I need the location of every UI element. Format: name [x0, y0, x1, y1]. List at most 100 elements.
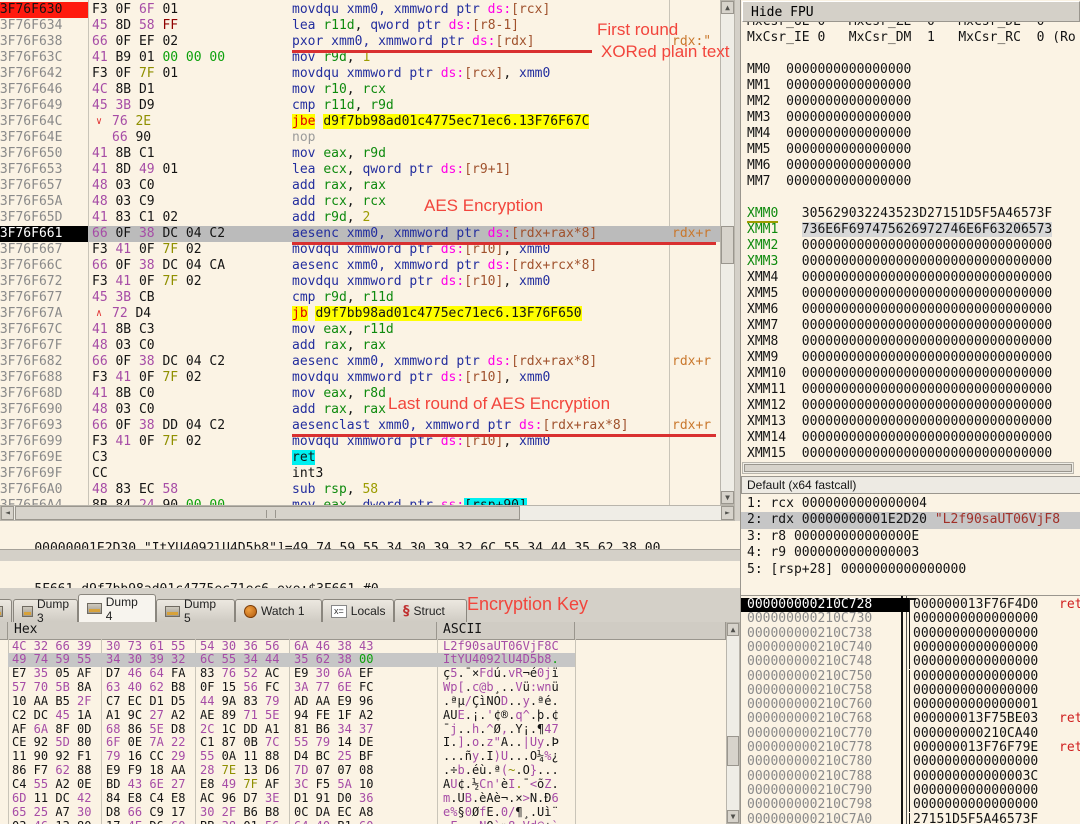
address-cell[interactable]: 13F76F638: [0, 34, 88, 50]
xmm-register-row[interactable]: XMM9 00000000000000000000000000000000: [747, 350, 1052, 366]
address-cell[interactable]: 13F76F67C: [0, 322, 88, 338]
address-cell[interactable]: 13F76F65D: [0, 210, 88, 226]
disasm-row[interactable]: 13F76F67C41 8B C3mov eax, r11d: [0, 322, 720, 338]
disasm-row[interactable]: 13F76F69EC3ret: [0, 450, 720, 466]
disasm-row[interactable]: 13F76F6A048 83 EC 58sub rsp, 58: [0, 482, 720, 498]
hide-fpu-button[interactable]: Hide FPU: [742, 1, 1080, 22]
dump-row[interactable]: C4 55 A2 0EBD 43 6E 27E8 49 7F AF3C F5 5…: [0, 778, 726, 792]
stack-row[interactable]: 000000000210C7900000000000000000: [741, 784, 1080, 798]
calling-convention-select[interactable]: Default (x64 fastcall): [741, 476, 1080, 494]
disasm-row[interactable]: 13F76F6A48B 84 24 90 00 00mov eax, dword…: [0, 498, 720, 505]
disasm-row[interactable]: 13F76F672F3 41 0F 7F 02movdqu xmmword pt…: [0, 274, 720, 290]
disasm-row[interactable]: 13F76F630F3 0F 6F 01movdqu xmm0, xmmword…: [0, 2, 720, 18]
xmm-register-row[interactable]: XMM11 00000000000000000000000000000000: [747, 382, 1052, 398]
callconv-arg-row[interactable]: 3: r8 000000000000000E: [741, 529, 1080, 545]
address-cell[interactable]: 13F76F690: [0, 402, 88, 418]
xmm-register-row[interactable]: XMM7 00000000000000000000000000000000: [747, 318, 1052, 334]
stack-row[interactable]: 000000000210C7980000000000000000: [741, 798, 1080, 812]
disasm-row[interactable]: 13F76F67745 3B CBcmp r9d, r11d: [0, 290, 720, 306]
dump-row[interactable]: CE 92 5D 806F 0E 7A 22C1 87 0B 7C55 79 1…: [0, 736, 726, 750]
dump-row[interactable]: 49 74 59 5534 30 39 326C 55 34 4435 62 3…: [0, 653, 726, 667]
mm-register-row[interactable]: MM6 0000000000000000: [747, 158, 911, 174]
stack-row[interactable]: 000000000210C7600000000000000001: [741, 698, 1080, 712]
stack-row[interactable]: 000000000210C7380000000000000000: [741, 627, 1080, 641]
address-cell[interactable]: 13F76F667: [0, 242, 88, 258]
address-cell[interactable]: 13F76F69E: [0, 450, 88, 466]
tab-dump-5[interactable]: Dump 5: [156, 599, 235, 622]
address-cell[interactable]: 13F76F66C: [0, 258, 88, 274]
disasm-vertical-scrollbar[interactable]: ▲ ▼: [720, 0, 735, 505]
address-cell[interactable]: 13F76F642: [0, 66, 88, 82]
dump-row[interactable]: 03 46 13 8017 4E D6 60BB 38 01 5664 40 B…: [0, 820, 726, 824]
address-cell[interactable]: 13F76F646: [0, 82, 88, 98]
stack-row[interactable]: 000000000210C7400000000000000000: [741, 641, 1080, 655]
disasm-row[interactable]: 13F76F66166 0F 38 DC 04 C2aesenc xmm0, x…: [0, 226, 720, 242]
address-cell[interactable]: 13F76F653: [0, 162, 88, 178]
xmm-register-row[interactable]: XMM10 00000000000000000000000000000000: [747, 366, 1052, 382]
scroll-down-icon[interactable]: ▼: [727, 810, 739, 823]
stack-row[interactable]: 000000000210C7480000000000000000: [741, 655, 1080, 669]
address-cell[interactable]: 13F76F64E: [0, 130, 88, 146]
address-cell[interactable]: 13F76F661: [0, 226, 88, 242]
disasm-row[interactable]: 13F76F66C66 0F 38 DC 04 CAaesenc xmm0, x…: [0, 258, 720, 274]
disasm-row[interactable]: 13F76F688F3 41 0F 7F 02movdqu xmmword pt…: [0, 370, 720, 386]
dump-row[interactable]: 4C 32 66 3930 73 61 5554 30 36 566A 46 3…: [0, 640, 726, 654]
tab-dump-4[interactable]: Dump 4: [78, 594, 156, 622]
disasm-row[interactable]: 13F76F68D41 8B C0mov eax, r8d: [0, 386, 720, 402]
registers-horizontal-scrollbar[interactable]: [742, 462, 1074, 474]
callconv-arg-row[interactable]: 4: r9 0000000000000003: [741, 545, 1080, 561]
xmm-register-row[interactable]: XMM14 00000000000000000000000000000000: [747, 430, 1052, 446]
stack-row[interactable]: 000000000210C728000000013F76F4D0ret: [741, 598, 1080, 612]
scroll-up-icon[interactable]: ▲: [721, 1, 734, 14]
address-cell[interactable]: 13F76F693: [0, 418, 88, 434]
mm-register-row[interactable]: MM5 0000000000000000: [747, 142, 911, 158]
callconv-arg-row[interactable]: 1: rcx 0000000000000004: [741, 496, 1080, 512]
tab-dump-3[interactable]: Dump 3: [13, 599, 78, 622]
mm-register-row[interactable]: MM4 0000000000000000: [747, 126, 911, 142]
xmm-register-row[interactable]: XMM15 00000000000000000000000000000000: [747, 446, 1052, 462]
disasm-row[interactable]: 13F76F68266 0F 38 DC 04 C2aesenc xmm0, x…: [0, 354, 720, 370]
disasm-row[interactable]: 13F76F67F48 03 C0add rax, rax: [0, 338, 720, 354]
scroll-thumb[interactable]: [744, 464, 1072, 472]
xmm-register-row[interactable]: XMM5 00000000000000000000000000000000: [747, 286, 1052, 302]
address-cell[interactable]: 13F76F69F: [0, 466, 88, 482]
address-cell[interactable]: 13F76F65A: [0, 194, 88, 210]
disasm-row[interactable]: 13F76F65D41 83 C1 02add r9d, 2: [0, 210, 720, 226]
xmm-register-row[interactable]: XMM12 00000000000000000000000000000000: [747, 398, 1052, 414]
stack-row[interactable]: 000000000210C788000000000000003C: [741, 770, 1080, 784]
dump-row[interactable]: C2 DC 45 1AA1 9C 27 A2AE 89 71 5E94 FE 1…: [0, 709, 726, 723]
disasm-row[interactable]: 13F76F69048 03 C0add rax, rax: [0, 402, 720, 418]
dump-row[interactable]: 86 F7 62 88E9 F9 18 AA28 7E 13 D67D 07 0…: [0, 764, 726, 778]
dump-row[interactable]: 10 AA B5 2FC7 EC D1 D544 9A 83 79AD AA E…: [0, 695, 726, 709]
address-cell[interactable]: 13F76F630: [0, 2, 88, 18]
stack-row[interactable]: 000000000210C778000000013F76F79Eret: [741, 741, 1080, 755]
address-cell[interactable]: 13F76F67F: [0, 338, 88, 354]
scroll-up-icon[interactable]: ▲: [727, 623, 739, 636]
disasm-row[interactable]: 13F76F69FCCint3: [0, 466, 720, 482]
disasm-row[interactable]: 13F76F64E66 90nop: [0, 130, 720, 146]
address-cell[interactable]: 13F76F64C: [0, 114, 88, 130]
scroll-thumb[interactable]: [721, 226, 734, 264]
scroll-right-icon[interactable]: ►: [721, 506, 734, 520]
address-cell[interactable]: 13F76F688: [0, 370, 88, 386]
stack-row[interactable]: 000000000210C768000000013F75BE03ret: [741, 712, 1080, 726]
disasm-row[interactable]: 13F76F65A48 03 C9add rcx, rcx: [0, 194, 720, 210]
address-cell[interactable]: 13F76F677: [0, 290, 88, 306]
stack-row[interactable]: 000000000210C7800000000000000000: [741, 755, 1080, 769]
scroll-thumb[interactable]: [15, 506, 520, 520]
xmm-register-row[interactable]: XMM2 00000000000000000000000000000000: [747, 238, 1052, 254]
address-cell[interactable]: 13F76F634: [0, 18, 88, 34]
address-cell[interactable]: 13F76F699: [0, 434, 88, 450]
xmm-register-row[interactable]: XMM1 736E6F697475626972746E6F63206573: [747, 222, 1052, 238]
xmm-register-row[interactable]: XMM0 305629032243523D27151D5F5A46573F: [747, 206, 1052, 222]
tab-watch-1[interactable]: Watch 1: [235, 599, 322, 622]
stack-row[interactable]: 000000000210C7500000000000000000: [741, 670, 1080, 684]
xmm-register-row[interactable]: XMM8 00000000000000000000000000000000: [747, 334, 1052, 350]
xmm-register-row[interactable]: XMM3 00000000000000000000000000000000: [747, 254, 1052, 270]
address-cell[interactable]: 13F76F68D: [0, 386, 88, 402]
dump-vertical-scrollbar[interactable]: ▲ ▼: [726, 622, 740, 824]
scroll-thumb[interactable]: [727, 736, 739, 766]
address-cell[interactable]: 13F76F63C: [0, 50, 88, 66]
mm-register-row[interactable]: MM0 0000000000000000: [747, 62, 911, 78]
disasm-row[interactable]: 13F76F67A∧72 D4jb d9f7bb98ad01c4775ec71e…: [0, 306, 720, 322]
